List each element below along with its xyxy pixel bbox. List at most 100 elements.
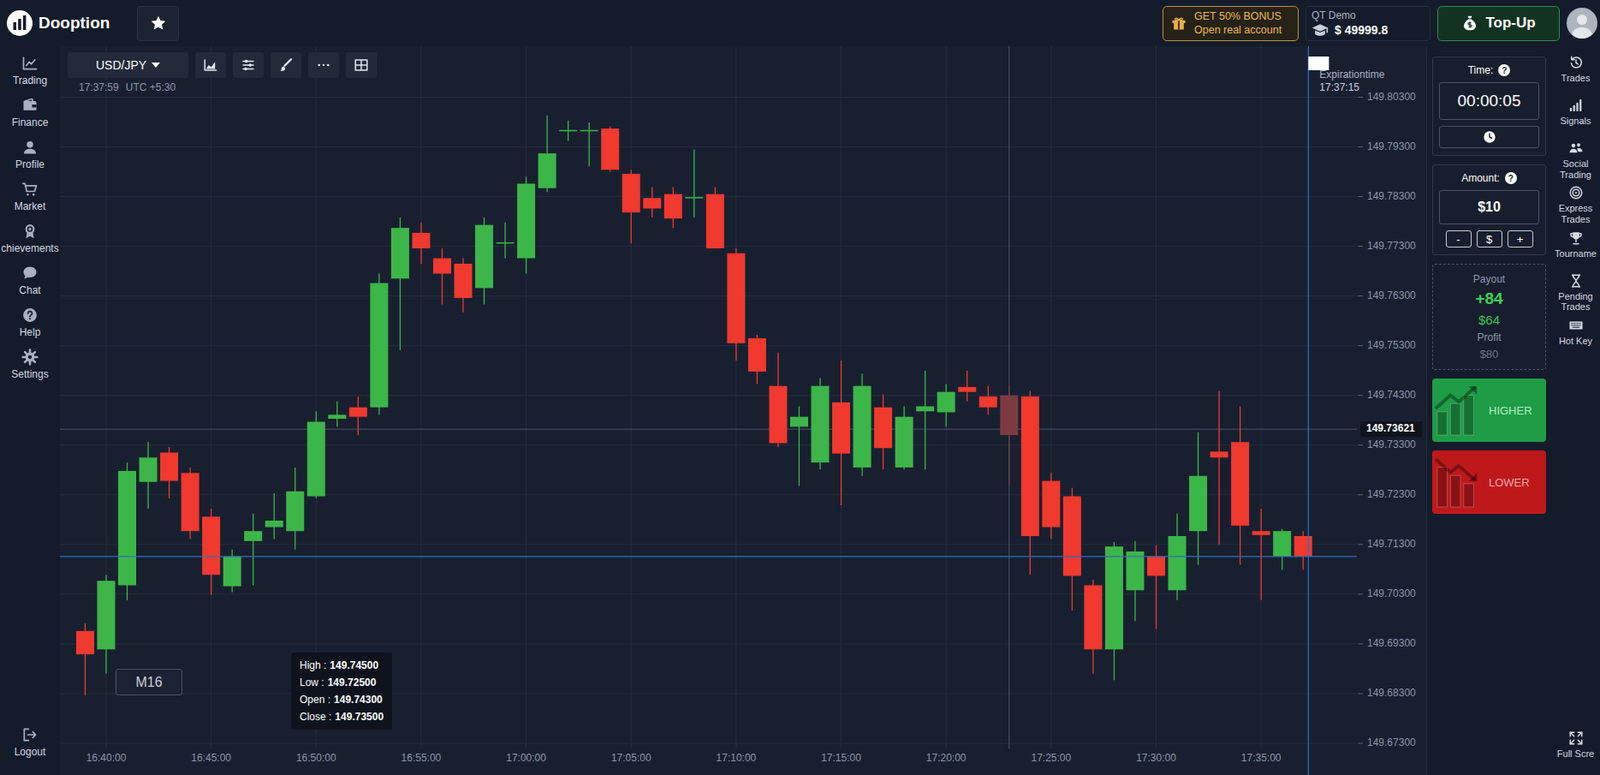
lower-button[interactable]: LOWER <box>1432 450 1547 514</box>
symbol-select[interactable]: USD/JPY <box>67 52 189 78</box>
expiration-line[interactable] <box>1308 46 1309 775</box>
candle[interactable] <box>706 187 725 249</box>
candle[interactable] <box>496 222 515 259</box>
candle[interactable] <box>139 441 158 509</box>
sidebar-item[interactable]: Finance <box>0 91 60 134</box>
candle[interactable] <box>999 385 1018 485</box>
candle[interactable] <box>97 574 116 673</box>
timeframe-button[interactable]: M16 <box>115 668 183 696</box>
candle[interactable] <box>748 334 767 384</box>
account-balance[interactable]: QT Demo $ 49999.8 <box>1305 5 1431 42</box>
candle[interactable] <box>1252 508 1271 601</box>
amount-button[interactable]: $ <box>1476 230 1503 248</box>
higher-button[interactable]: HIGHER <box>1432 378 1547 442</box>
candle[interactable] <box>895 405 914 470</box>
candle[interactable] <box>118 462 137 601</box>
time-input[interactable]: 00:00:05 <box>1439 82 1540 120</box>
candle[interactable] <box>285 467 304 550</box>
candle[interactable] <box>1021 391 1040 576</box>
sidebar-item[interactable]: Market <box>0 175 60 218</box>
candle[interactable] <box>391 217 410 351</box>
tool-button[interactable] <box>270 52 302 78</box>
tool-button[interactable] <box>345 52 377 78</box>
tool-button[interactable] <box>232 52 264 78</box>
right-sidebar-item[interactable]: Tourname <box>1551 230 1600 268</box>
candle[interactable] <box>1210 391 1229 545</box>
candle[interactable] <box>559 120 577 142</box>
candle[interactable] <box>327 401 346 428</box>
candle[interactable] <box>349 396 368 435</box>
right-sidebar-item[interactable]: Express Trades <box>1551 184 1600 225</box>
candle[interactable] <box>874 394 893 470</box>
candle[interactable] <box>580 122 599 167</box>
candle[interactable] <box>915 370 934 470</box>
right-sidebar-item[interactable]: Pending Trades <box>1551 273 1600 313</box>
logout-button[interactable]: Logout <box>0 720 60 763</box>
logo[interactable]: Dooption <box>5 9 110 37</box>
sidebar-item[interactable]: Chat <box>0 259 60 302</box>
candle[interactable] <box>538 115 557 192</box>
sidebar-item[interactable]: Profile <box>0 133 60 176</box>
candle[interactable] <box>957 370 976 402</box>
chart[interactable]: 149.80300149.79300149.78300149.77300149.… <box>59 46 1427 775</box>
help-badge[interactable]: ? <box>1504 172 1517 185</box>
candle[interactable] <box>937 383 956 427</box>
candle[interactable] <box>768 352 787 447</box>
candle[interactable] <box>726 248 745 361</box>
candle[interactable] <box>811 377 830 470</box>
sidebar-item[interactable]: Help <box>0 301 60 344</box>
candle[interactable] <box>223 549 242 593</box>
amount-button[interactable]: - <box>1445 230 1472 248</box>
candle[interactable] <box>1125 541 1144 621</box>
candle[interactable] <box>454 258 473 313</box>
candle[interactable] <box>265 493 284 539</box>
clock-button[interactable] <box>1439 125 1540 149</box>
candle[interactable] <box>1105 541 1124 680</box>
favorite-button[interactable] <box>136 5 179 42</box>
tool-button[interactable] <box>195 52 227 78</box>
candle[interactable] <box>1083 579 1102 674</box>
sidebar-item[interactable]: Trading <box>0 49 60 92</box>
candle[interactable] <box>790 405 809 486</box>
candle[interactable] <box>411 222 430 264</box>
amount-button[interactable]: + <box>1507 230 1534 248</box>
candle[interactable] <box>243 513 262 586</box>
candle[interactable] <box>1147 545 1166 630</box>
amount-input[interactable]: $10 <box>1439 190 1540 225</box>
candle[interactable] <box>202 508 221 595</box>
candlestick-chart[interactable]: 149.80300149.79300149.78300149.77300149.… <box>59 46 1427 775</box>
full-screen-button[interactable]: Full Scre <box>1551 730 1600 768</box>
candle[interactable] <box>433 248 452 305</box>
candle[interactable] <box>642 187 661 218</box>
candle[interactable] <box>181 467 200 540</box>
candle[interactable] <box>600 126 619 173</box>
candle[interactable] <box>1272 529 1291 571</box>
candle[interactable] <box>1231 405 1250 565</box>
candle[interactable] <box>369 273 388 416</box>
candle[interactable] <box>160 446 179 499</box>
tool-button[interactable] <box>308 52 340 78</box>
candle[interactable] <box>76 623 95 696</box>
candle[interactable] <box>853 373 872 476</box>
candle[interactable] <box>517 176 536 274</box>
candle[interactable] <box>832 360 851 506</box>
candle[interactable] <box>1041 472 1060 539</box>
right-sidebar-item[interactable]: Hot Key <box>1551 317 1600 356</box>
candle[interactable] <box>979 386 998 416</box>
sidebar-item[interactable]: Settings <box>0 343 60 386</box>
candle[interactable] <box>1063 487 1082 611</box>
right-sidebar-item[interactable]: Trades <box>1551 54 1600 93</box>
top-up-button[interactable]: Top-Up <box>1437 5 1560 42</box>
candle[interactable] <box>1294 530 1313 570</box>
help-badge[interactable]: ? <box>1498 64 1511 77</box>
candle[interactable] <box>664 187 683 229</box>
bonus-button[interactable]: GET 50% BONUS Open real account <box>1162 5 1299 42</box>
candle[interactable] <box>1189 432 1208 566</box>
right-sidebar-item[interactable]: Social Trading <box>1551 140 1600 180</box>
sidebar-item[interactable]: chievements <box>0 217 60 260</box>
candle[interactable] <box>307 410 326 499</box>
avatar[interactable] <box>1566 7 1598 39</box>
right-sidebar-item[interactable]: Signals <box>1551 97 1600 136</box>
candle[interactable] <box>684 148 703 218</box>
candle[interactable] <box>622 169 641 244</box>
